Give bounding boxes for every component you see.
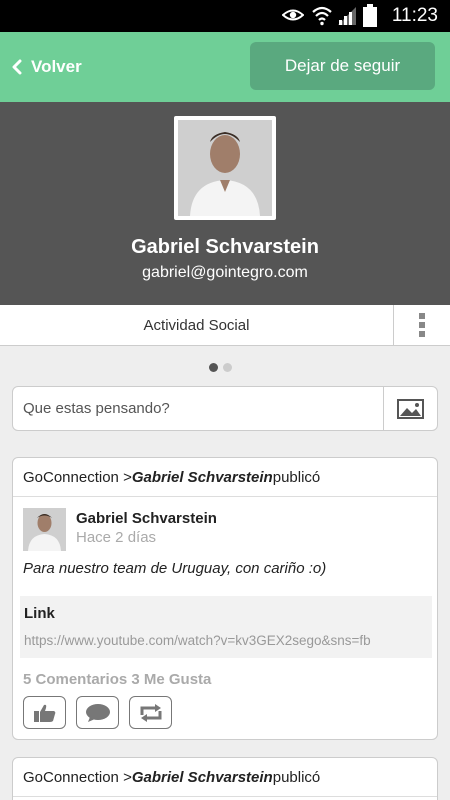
comment-icon: [85, 703, 110, 722]
like-icon: [33, 704, 55, 722]
page-dot-active: [209, 363, 218, 372]
share-icon: [140, 703, 161, 722]
post-actions: [23, 696, 172, 729]
post-header: GoConnection > Gabriel Schvarstein publi…: [13, 458, 437, 497]
image-icon: [397, 398, 424, 419]
profile-photo: [174, 116, 276, 220]
post-stats[interactable]: 5 Comentarios 3 Me Gusta: [23, 671, 211, 688]
avatar[interactable]: [23, 508, 66, 551]
post-timestamp: Hace 2 días: [76, 529, 157, 546]
back-button[interactable]: Volver: [12, 54, 82, 80]
post-source: GoConnection >: [23, 768, 132, 786]
eye-icon: [282, 9, 304, 21]
profile-header: Gabriel Schvarstein gabriel@gointegro.co…: [0, 102, 450, 305]
clock: 11:23: [391, 5, 438, 26]
signal-icon: [338, 7, 356, 25]
attach-image-button[interactable]: [383, 387, 437, 430]
post-source: GoConnection >: [23, 468, 132, 486]
link-preview[interactable]: Link https://www.youtube.com/watch?v=kv3…: [20, 596, 432, 658]
like-button[interactable]: [23, 696, 66, 729]
post-header-author[interactable]: Gabriel Schvarstein: [132, 769, 273, 786]
profile-email: gabriel@gointegro.com: [142, 264, 308, 281]
post-header: GoConnection > Gabriel Schvarstein publi…: [13, 758, 437, 797]
more-menu-button[interactable]: [393, 305, 450, 345]
post-verb: publicó: [272, 468, 321, 486]
post-author-name[interactable]: Gabriel Schvarstein: [76, 510, 217, 527]
post-card: GoConnection > Gabriel Schvarstein publi…: [12, 757, 438, 800]
post-text: Para nuestro team de Uruguay, con cariño…: [23, 560, 327, 577]
post-card: GoConnection > Gabriel Schvarstein publi…: [12, 457, 438, 740]
post-header-author[interactable]: Gabriel Schvarstein: [132, 469, 273, 486]
comment-button[interactable]: [76, 696, 119, 729]
wifi-icon: [312, 6, 332, 26]
profile-name: Gabriel Schvarstein: [131, 236, 319, 258]
person-silhouette-icon: [23, 508, 66, 551]
link-url[interactable]: https://www.youtube.com/watch?v=kv3GEX2s…: [24, 633, 371, 648]
post-composer: Que estas pensando?: [12, 386, 438, 431]
tab-bar: Actividad Social: [0, 305, 450, 346]
more-vertical-icon: [419, 313, 425, 337]
chevron-left-icon: [12, 59, 22, 75]
top-bar: Volver Dejar de seguir: [0, 32, 450, 102]
page-dot: [223, 363, 232, 372]
back-label: Volver: [31, 57, 82, 76]
person-silhouette-icon: [178, 120, 272, 216]
post-verb: publicó: [272, 768, 321, 786]
tab-social-activity[interactable]: Actividad Social: [0, 305, 393, 345]
battery-icon: [363, 4, 377, 27]
status-input[interactable]: Que estas pensando?: [23, 387, 170, 430]
unfollow-button[interactable]: Dejar de seguir: [250, 42, 435, 90]
status-bar: 11:23: [0, 0, 450, 32]
page-indicator: [209, 363, 232, 372]
share-button[interactable]: [129, 696, 172, 729]
link-title: Link: [24, 605, 55, 622]
